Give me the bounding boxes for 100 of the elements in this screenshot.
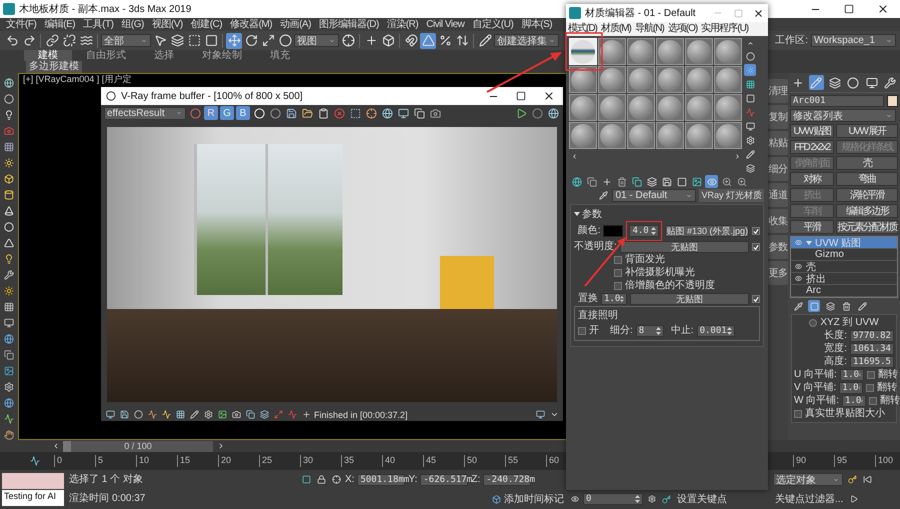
menu-item[interactable]: 渲染(R) <box>384 18 424 31</box>
menu-item[interactable]: 组(G) <box>119 18 150 31</box>
selection-set-dropdown[interactable]: 创建选择集 <box>494 34 559 47</box>
flip-label: 翻转 <box>880 395 900 407</box>
channel-toggle[interactable]: B <box>236 106 250 120</box>
modifier-button[interactable]: 按元素分配材质 <box>836 220 898 234</box>
set-key-button[interactable]: 设置关键点 <box>675 492 729 506</box>
menu-item[interactable]: 选项(O) <box>668 22 698 36</box>
ribbon-tab[interactable]: 建模 <box>24 50 72 61</box>
channel-toggle[interactable]: G <box>220 106 234 120</box>
menu-item[interactable]: 修改器(M) <box>228 18 278 31</box>
tick-label: 45 <box>423 455 464 467</box>
menu-item[interactable]: 文件(F) <box>4 18 42 31</box>
ribbon-tab[interactable]: 选择 <box>140 50 188 61</box>
modifier-button[interactable]: 对称 <box>790 172 834 186</box>
menu-item[interactable]: 材质(M) <box>600 22 631 36</box>
ribbon-panel-label[interactable]: 多边形建模 <box>26 61 82 73</box>
menu-item[interactable]: 实用程序(U) <box>701 22 748 36</box>
tick-label: 5 <box>95 455 136 467</box>
menu-item[interactable]: Civil View <box>424 18 470 31</box>
mapping-label: XYZ 到 UVW <box>820 317 879 329</box>
number-field[interactable]: 9770.82 <box>850 330 894 342</box>
key-mode-dropdown[interactable]: 选定对象 <box>773 473 843 486</box>
frame-field[interactable]: 0 <box>583 493 643 505</box>
stack-item[interactable]: UVW 贴图 <box>791 237 897 249</box>
menu-item[interactable]: 工具(T) <box>81 18 120 31</box>
ribbon-tab[interactable]: 对象绘制 <box>188 50 256 61</box>
side-tab[interactable]: 粘贴 <box>768 131 788 155</box>
listener-output: Testing for AI <box>2 490 64 506</box>
option-label: 倍增颜色的不透明度 <box>625 280 715 292</box>
number-field[interactable]: 1061.34 <box>850 343 894 355</box>
number-field[interactable]: 1.0 <box>839 382 864 394</box>
workspace-dropdown[interactable]: Workspace_1 <box>811 34 896 47</box>
modifier-button[interactable]: 编辑多边形 <box>836 204 898 218</box>
menu-item[interactable]: 视图(V) <box>150 18 189 31</box>
number-field[interactable]: 1.0 <box>601 293 627 305</box>
stack-item[interactable]: 壳 <box>791 261 897 273</box>
channel-dropdown[interactable]: effectsResult <box>104 106 186 120</box>
subdiv-label: 细分: <box>610 325 633 337</box>
multiplier-field[interactable]: 4.0 <box>629 225 660 237</box>
ribbon-tab[interactable]: 自由形式 <box>72 50 140 61</box>
key-filters-button[interactable]: 关键点过滤器... <box>773 492 846 506</box>
material-type-button[interactable]: VRay 灯光材质 <box>699 189 764 202</box>
side-tab[interactable]: 细分 <box>768 157 788 181</box>
menu-item[interactable]: 自定义(U) <box>470 18 520 31</box>
time-slider[interactable]: 0 / 100 <box>63 440 213 452</box>
workspace-label: 工作区: <box>775 34 808 46</box>
stack-item[interactable]: 挤出 <box>791 273 897 285</box>
stack-item[interactable]: Gizmo <box>791 249 897 261</box>
tick-label: 30 <box>300 455 341 467</box>
real-world-label: 真实世界贴图大小 <box>805 408 885 420</box>
stack-item[interactable]: Arc <box>791 285 897 297</box>
ribbon-tab[interactable]: 填充 <box>256 50 304 61</box>
map-button[interactable]: 无贴图 <box>630 293 749 305</box>
number-field[interactable]: 1.0 <box>842 395 866 407</box>
coord-label: Y: <box>408 474 418 486</box>
displacement-label: 置换 <box>577 293 598 305</box>
side-tab[interactable]: 复制 <box>768 105 788 129</box>
material-editor-title: 材质编辑器 - 01 - Default <box>585 6 696 20</box>
tick-label: 55 <box>505 455 546 467</box>
number-field[interactable]: 0.001 <box>696 325 735 337</box>
side-tab[interactable]: 通道 <box>768 183 788 207</box>
tiling-label: U 向平铺: <box>794 369 837 381</box>
modifier-button[interactable]: FFD 2x2x2 <box>790 140 834 154</box>
number-field[interactable]: 11695.5 <box>850 356 894 368</box>
menu-item[interactable]: 动画(A) <box>278 18 317 31</box>
map-button[interactable]: 无贴图 <box>620 241 749 253</box>
object-name-field[interactable]: Arc001 <box>790 95 884 107</box>
on-label: 开 <box>589 325 599 337</box>
side-tab[interactable]: 参数 <box>768 235 788 259</box>
tick-label: 35 <box>341 455 382 467</box>
number-field[interactable]: 8 <box>636 325 664 337</box>
option-label: 补偿摄影机曝光 <box>625 267 695 279</box>
side-tab[interactable]: 清理 <box>768 79 788 103</box>
map-button[interactable]: 贴图 #130 (外景.jpg) <box>665 225 749 237</box>
menu-item[interactable]: 图形编辑器(D) <box>316 18 385 31</box>
modifier-button[interactable]: 弯曲 <box>836 172 898 186</box>
number-field[interactable]: 1.0 <box>840 369 864 381</box>
render-time-value: 0:00:37 <box>112 493 146 505</box>
menu-item[interactable]: 模式(D) <box>568 22 597 36</box>
menu-item[interactable]: 脚本(S) <box>519 18 558 31</box>
modifier-list-dropdown[interactable]: 修改器列表 <box>790 109 896 122</box>
modifier-button[interactable]: 壳 <box>836 156 898 170</box>
menu-item[interactable]: 编辑(E) <box>42 18 82 31</box>
tick-label: 40 <box>382 455 423 467</box>
coordinate-dropdown[interactable]: 视图 <box>294 34 339 47</box>
modifier-button[interactable]: 涡轮平滑 <box>836 188 898 202</box>
selection-filter-dropdown[interactable]: 全部 <box>101 34 151 47</box>
modifier-button[interactable]: UVW 展开 <box>836 124 898 138</box>
modifier-button[interactable]: 平滑 <box>790 220 834 234</box>
tick-label: 10 <box>136 455 177 467</box>
side-tab[interactable]: 收集 <box>768 209 788 233</box>
modifier-button[interactable]: UVW 贴图 <box>790 124 834 138</box>
menu-item[interactable]: 导航(N) <box>634 22 664 36</box>
viewport-label[interactable]: [+] [VRayCam004 ] [用户定 <box>23 74 132 84</box>
menu-item[interactable]: 创建(C) <box>188 18 228 31</box>
side-tab[interactable]: 更多 <box>768 261 788 285</box>
add-time-tag-button[interactable]: 添加时间标记 <box>488 492 566 506</box>
material-name-dropdown[interactable]: 01 - Default <box>612 189 696 202</box>
rollout-title[interactable]: 参数 <box>574 207 760 221</box>
